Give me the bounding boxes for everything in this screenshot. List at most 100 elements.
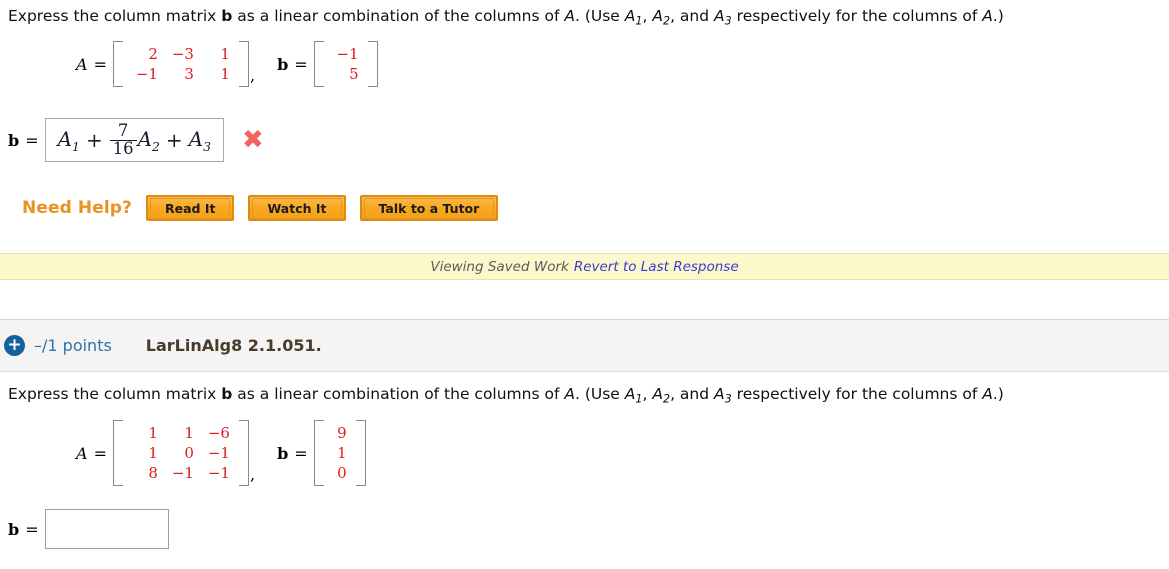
prompt-a2-symbol: A bbox=[652, 7, 663, 25]
vector-b: −1 5 bbox=[313, 41, 378, 87]
matrix-a: 2 −3 1 −1 3 1 bbox=[112, 41, 249, 87]
answer-term2: A2 bbox=[138, 127, 160, 154]
matrix-a-grid: 1 1 −6 1 0 −1 8 −1 −1 bbox=[123, 420, 239, 486]
vector-bracket-right bbox=[355, 420, 366, 486]
read-it-button[interactable]: Read It bbox=[146, 195, 235, 221]
prompt-a3-symbol: A bbox=[714, 385, 725, 403]
prompt-text-paren: . (Use bbox=[574, 385, 625, 403]
question2-header-band: + –/1 points LarLinAlg8 2.1.051. bbox=[0, 320, 1169, 372]
prompt-text-pre: Express the column matrix bbox=[8, 7, 222, 25]
matrix-row: 1 bbox=[328, 443, 352, 463]
answer-b-label: b bbox=[8, 519, 20, 539]
matrix-cell: 2 bbox=[148, 45, 158, 63]
matrix-cell: 1 bbox=[220, 65, 230, 83]
matrix-comma: , bbox=[249, 465, 256, 484]
matrix-row: 8 −1 −1 bbox=[127, 463, 235, 483]
answer-b-label: b bbox=[8, 130, 20, 150]
answer-term3-var: A bbox=[188, 126, 204, 151]
matrix-cell: 0 bbox=[337, 464, 347, 482]
answer-term1: A1 bbox=[58, 127, 80, 154]
vector-b-label: b bbox=[277, 443, 289, 463]
vector-b-grid: 9 1 0 bbox=[324, 420, 356, 486]
talk-to-tutor-button[interactable]: Talk to a Tutor bbox=[359, 195, 499, 221]
prompt-b-symbol: b bbox=[221, 385, 233, 403]
vector-bracket-left bbox=[313, 41, 324, 87]
matrix-cell: 1 bbox=[184, 424, 194, 442]
answer-fraction: 7 16 bbox=[109, 122, 137, 158]
saved-work-status: Viewing Saved Work bbox=[430, 258, 569, 275]
prompt-text-end: respectively for the columns of bbox=[731, 385, 983, 403]
watch-it-button-label: Watch It bbox=[252, 198, 342, 219]
prompt-sep-1: , bbox=[642, 385, 653, 403]
prompt-a3-subscript: 3 bbox=[724, 392, 732, 406]
answer-expression: A1 + 7 16 A2 + A3 bbox=[58, 122, 212, 158]
prompt-text-pre: Express the column matrix bbox=[8, 385, 222, 403]
answer-term2-var: A bbox=[137, 126, 153, 151]
matrix-bracket-left bbox=[112, 41, 123, 87]
matrix-cell: −1 bbox=[207, 464, 230, 482]
prompt-sep-2: , and bbox=[670, 7, 715, 25]
read-it-button-label: Read It bbox=[150, 198, 231, 219]
matrix-row: −1 3 1 bbox=[127, 64, 235, 84]
saved-work-banner: Viewing Saved Work Revert to Last Respon… bbox=[0, 253, 1169, 280]
revert-to-last-response-link[interactable]: Revert to Last Response bbox=[574, 259, 739, 275]
vector-b-equals: = bbox=[294, 443, 308, 463]
prompt-a-symbol-2: A bbox=[982, 7, 993, 25]
matrix-a-label: A bbox=[76, 443, 88, 463]
prompt-a2-subscript: 2 bbox=[662, 14, 671, 28]
matrix-cell: 9 bbox=[337, 424, 347, 442]
prompt-text-mid: as a linear combination of the columns o… bbox=[232, 385, 565, 403]
prompt-sep-2: , and bbox=[670, 385, 715, 403]
matrix-cell: −3 bbox=[171, 45, 194, 63]
matrix-row: 1 0 −1 bbox=[127, 443, 235, 463]
matrix-cell: −6 bbox=[207, 424, 230, 442]
matrix-row: −1 bbox=[328, 44, 364, 64]
matrix-cell: −1 bbox=[207, 444, 230, 462]
prompt-a1-symbol: A bbox=[624, 7, 636, 25]
matrix-cell: 3 bbox=[184, 65, 194, 83]
matrix-bracket-right bbox=[238, 420, 249, 486]
prompt-text-mid: as a linear combination of the columns o… bbox=[232, 7, 565, 25]
prompt-b-symbol: b bbox=[221, 7, 233, 25]
answer-field-saved[interactable]: A1 + 7 16 A2 + A3 bbox=[44, 118, 225, 163]
talk-to-tutor-button-label: Talk to a Tutor bbox=[363, 198, 495, 219]
prompt-text-end: respectively for the columns of bbox=[731, 7, 983, 25]
matrix-comma: , bbox=[249, 66, 256, 85]
answer-operator-1: + bbox=[85, 128, 103, 153]
prompt-a2-subscript: 2 bbox=[662, 392, 671, 406]
matrix-row: 2 −3 1 bbox=[127, 44, 235, 64]
answer-term1-var: A bbox=[57, 126, 73, 151]
vector-bracket-right bbox=[367, 41, 378, 87]
prompt-a3-subscript: 3 bbox=[724, 14, 732, 28]
question1-prompt: Express the column matrix b as a linear … bbox=[8, 6, 1004, 31]
matrix-cell: −1 bbox=[135, 65, 158, 83]
matrix-a-grid: 2 −3 1 −1 3 1 bbox=[123, 41, 239, 87]
matrix-a-label: A bbox=[76, 54, 88, 74]
question2-answer-row: b = bbox=[8, 509, 169, 549]
fraction-denominator: 16 bbox=[109, 139, 137, 158]
vector-b-equals: = bbox=[294, 54, 308, 74]
matrix-cell: 1 bbox=[337, 444, 347, 462]
matrix-row: 9 bbox=[328, 423, 352, 443]
answer-term3-sub: 3 bbox=[203, 138, 212, 154]
prompt-text-close: .) bbox=[992, 7, 1004, 25]
matrix-a: 1 1 −6 1 0 −1 8 −1 −1 bbox=[112, 420, 249, 486]
answer-equals: = bbox=[25, 130, 39, 150]
vector-b: 9 1 0 bbox=[313, 420, 366, 486]
answer-term1-sub: 1 bbox=[72, 138, 80, 154]
prompt-a-symbol: A bbox=[564, 385, 575, 403]
expand-plus-icon[interactable]: + bbox=[4, 335, 25, 356]
prompt-a1-symbol: A bbox=[624, 385, 636, 403]
vector-b-label: b bbox=[277, 54, 289, 74]
vector-bracket-left bbox=[313, 420, 324, 486]
need-help-label: Need Help? bbox=[22, 198, 132, 218]
matrix-row: 0 bbox=[328, 463, 352, 483]
matrix-cell: 1 bbox=[220, 45, 230, 63]
question2-matrix-equation: A = 1 1 −6 1 0 −1 8 −1 −1 , b = 9 1 0 bbox=[76, 420, 366, 486]
watch-it-button[interactable]: Watch It bbox=[248, 195, 346, 221]
matrix-row: 5 bbox=[328, 64, 364, 84]
matrix-cell: 1 bbox=[148, 444, 158, 462]
matrix-cell: 0 bbox=[184, 444, 194, 462]
answer-input[interactable] bbox=[44, 509, 169, 549]
matrix-cell: 1 bbox=[148, 424, 158, 442]
